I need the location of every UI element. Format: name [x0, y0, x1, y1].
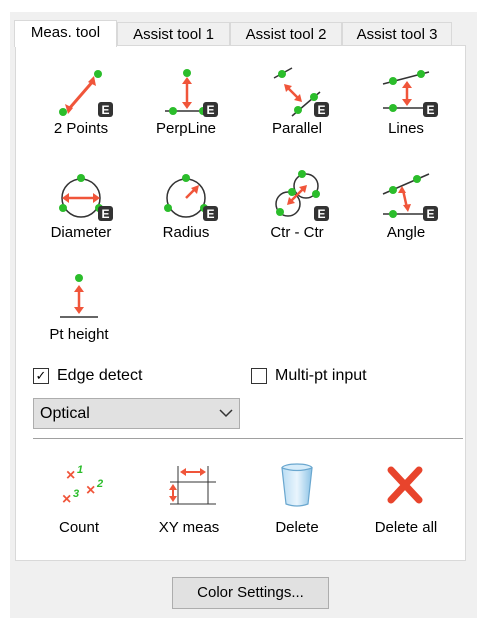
lines-icon: E [382, 70, 438, 117]
tab-assist-tool-1[interactable]: Assist tool 1 [117, 22, 230, 45]
tool-perpline[interactable]: E PerpLine [136, 66, 236, 137]
tab-assist-tool-2[interactable]: Assist tool 2 [230, 22, 342, 45]
svg-text:3: 3 [73, 488, 79, 500]
svg-text:E: E [206, 103, 214, 117]
svg-text:×: × [66, 467, 75, 484]
tool-ctr-ctr[interactable]: E Ctr - Ctr [247, 170, 347, 241]
tool-label: Radius [162, 224, 210, 241]
xy-measure-icon [169, 466, 216, 505]
tool-pt-height[interactable]: Pt height [29, 272, 129, 343]
delete-all-icon [387, 466, 423, 504]
tool-2-points[interactable]: E 2 Points [31, 66, 131, 137]
tool-label: Ctr - Ctr [270, 224, 324, 241]
radius-icon: E [164, 174, 218, 221]
checkbox-checked-icon: ✓ [33, 368, 49, 384]
perpline-icon: E [165, 69, 218, 117]
multi-pt-input-label: Multi-pt input [275, 367, 367, 384]
tool-lines[interactable]: E Lines [356, 66, 456, 137]
edge-detect-label: Edge detect [57, 367, 143, 384]
tool-label: Lines [388, 120, 424, 137]
point-height-icon [60, 274, 98, 318]
mode-select[interactable]: Optical [33, 398, 240, 429]
tool-radius[interactable]: E Radius [136, 170, 236, 241]
parallel-icon: E [273, 67, 329, 117]
xy-meas-label: XY meas [158, 519, 220, 536]
delete-all-label: Delete all [374, 519, 438, 536]
tab-meas-tool[interactable]: Meas. tool [14, 20, 117, 47]
svg-text:1: 1 [77, 464, 83, 476]
delete-button[interactable]: Delete [247, 460, 347, 536]
chevron-down-icon [219, 399, 233, 438]
svg-text:E: E [426, 103, 434, 117]
tool-label: 2 Points [53, 120, 109, 137]
two-points-icon: E [59, 70, 113, 117]
delete-label: Delete [275, 519, 319, 536]
svg-text:E: E [101, 207, 109, 221]
tool-label: Angle [386, 224, 426, 241]
tool-label: PerpLine [155, 120, 217, 137]
count-label: Count [58, 519, 100, 536]
trash-icon [281, 463, 313, 507]
color-settings-button[interactable]: Color Settings... [172, 577, 329, 609]
multi-pt-input-checkbox[interactable]: Multi-pt input [251, 367, 367, 385]
tool-label: Diameter [50, 224, 112, 241]
tool-label: Pt height [49, 326, 109, 343]
svg-text:E: E [101, 103, 109, 117]
mode-select-value: Optical [40, 405, 90, 422]
count-button[interactable]: × 1 × 2 × 3 Count [29, 460, 129, 536]
svg-text:E: E [317, 103, 325, 117]
delete-all-button[interactable]: Delete all [356, 460, 456, 536]
svg-text:2: 2 [96, 478, 103, 490]
tool-label: Parallel [271, 120, 323, 137]
edge-detect-checkbox[interactable]: ✓ Edge detect [33, 367, 142, 385]
tool-diameter[interactable]: E Diameter [31, 170, 131, 241]
checkbox-unchecked-icon [251, 368, 267, 384]
tool-parallel[interactable]: E Parallel [247, 66, 347, 137]
svg-text:E: E [206, 207, 214, 221]
diameter-icon: E [59, 174, 113, 221]
center-to-center-icon: E [275, 170, 329, 221]
svg-text:E: E [426, 207, 434, 221]
angle-icon: E [382, 173, 438, 221]
tool-angle[interactable]: E Angle [356, 170, 456, 241]
xy-meas-button[interactable]: XY meas [139, 460, 239, 536]
count-icon: × 1 × 2 × 3 [62, 464, 103, 508]
svg-text:×: × [62, 491, 71, 508]
svg-text:×: × [86, 482, 95, 499]
tab-assist-tool-3[interactable]: Assist tool 3 [342, 22, 452, 45]
separator [33, 438, 463, 439]
svg-text:E: E [317, 207, 325, 221]
